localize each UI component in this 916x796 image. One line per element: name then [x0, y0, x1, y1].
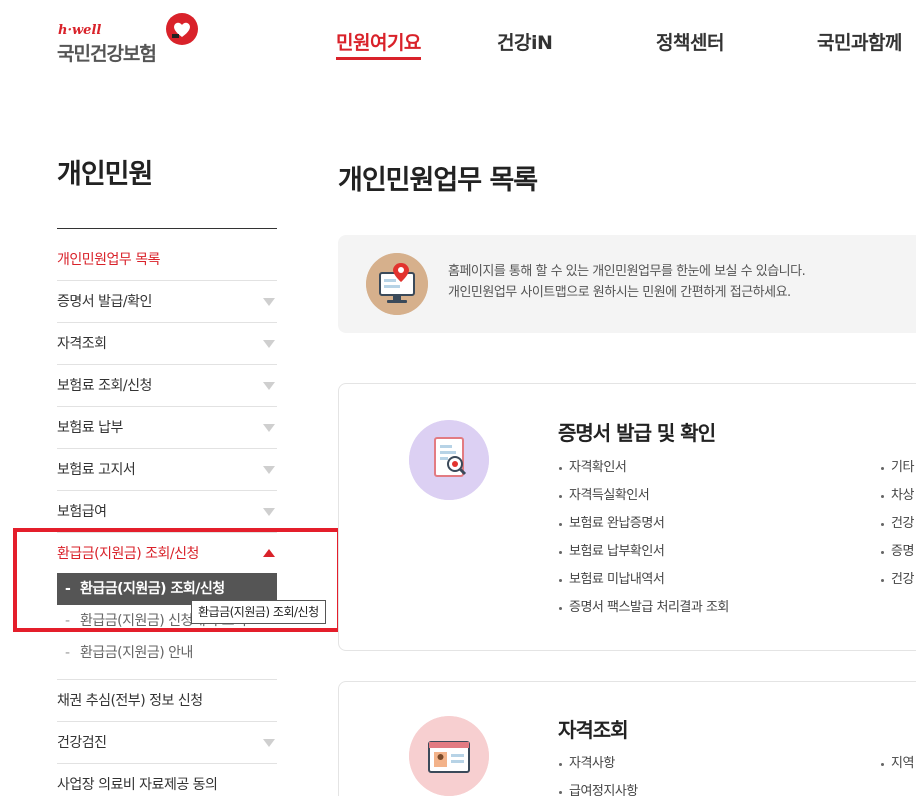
chevron-down-icon — [263, 382, 275, 390]
card-link[interactable]: 기타 — [880, 454, 914, 482]
info-line: 개인민원업무 사이트맵으로 원하시는 민원에 간편하게 접근하세요. — [448, 285, 791, 300]
sidebar-item-benefits[interactable]: 보험급여 — [57, 491, 277, 533]
card-title: 자격조회 — [558, 718, 629, 742]
sidebar-menu: 개인민원업무 목록 증명서 발급/확인 자격조회 보험료 조회/신청 보험료 납… — [57, 239, 277, 796]
sidebar-item-label: 보험급여 — [57, 504, 107, 520]
sidebar-item-eligibility[interactable]: 자격조회 — [57, 323, 277, 365]
chevron-down-icon — [263, 340, 275, 348]
sidebar-item-label: 채권 추심(전부) 정보 신청 — [57, 693, 203, 709]
monitor-location-icon — [366, 253, 428, 315]
sidebar-item-label: 보험료 고지서 — [57, 462, 136, 478]
sidebar-item-workplace-consent[interactable]: 사업장 의료비 자료제공 동의 — [57, 764, 277, 796]
tooltip: 환급금(지원금) 조회/신청 — [191, 600, 326, 624]
card-link[interactable]: 급여정지사항 — [558, 778, 638, 796]
card-link[interactable]: 증명서 팩스발급 처리결과 조회 — [558, 594, 729, 622]
category-card-certificates: 증명서 발급 및 확인 자격확인서 자격득실확인서 보험료 완납증명서 보험료 … — [338, 383, 916, 651]
nav-policy-center[interactable]: 정책센터 — [656, 28, 724, 55]
sidebar-item-health-checkup[interactable]: 건강검진 — [57, 722, 277, 764]
sidebar-item-label: 보험료 조회/신청 — [57, 378, 152, 394]
card-link[interactable]: 보험료 미납내역서 — [558, 566, 729, 594]
card-link[interactable]: 건강 — [880, 510, 914, 538]
sidebar-item-label: 보험료 납부 — [57, 420, 123, 436]
sidebar-item-label: 자격조회 — [57, 336, 107, 352]
document-search-icon — [409, 420, 489, 500]
nav-civil-service[interactable]: 민원여기요 — [336, 28, 421, 60]
chevron-down-icon — [263, 298, 275, 306]
sidebar-item-label: 건강검진 — [57, 735, 107, 751]
sidebar-item-debt-collection[interactable]: 채권 추심(전부) 정보 신청 — [57, 680, 277, 722]
card-link[interactable]: 차상 — [880, 482, 914, 510]
chevron-down-icon — [263, 739, 275, 747]
card-link[interactable]: 보험료 납부확인서 — [558, 538, 729, 566]
info-line: 홈페이지를 통해 할 수 있는 개인민원업무를 한눈에 보실 수 있습니다. — [448, 264, 806, 279]
category-card-eligibility: 자격조회 자격사항 급여정지사항 지역 — [338, 681, 916, 796]
card-link[interactable]: 자격사항 — [558, 750, 638, 778]
card-link[interactable]: 건강 — [880, 566, 914, 594]
info-banner: 홈페이지를 통해 할 수 있는 개인민원업무를 한눈에 보실 수 있습니다. 개… — [338, 235, 916, 333]
global-nav: 민원여기요 건강iN 정책센터 국민과함께 — [0, 28, 916, 68]
sidebar-title: 개인민원 — [57, 159, 153, 190]
card-title: 증명서 발급 및 확인 — [558, 421, 716, 445]
chevron-down-icon — [263, 424, 275, 432]
nav-health-in[interactable]: 건강iN — [497, 28, 553, 55]
page-title: 개인민원업무 목록 — [338, 165, 538, 196]
sidebar-item-premium-bill[interactable]: 보험료 고지서 — [57, 449, 277, 491]
card-link[interactable]: 지역 — [880, 750, 914, 778]
card-link-list: 자격확인서 자격득실확인서 보험료 완납증명서 보험료 납부확인서 보험료 미납… — [558, 454, 729, 622]
sidebar-item-label: 증명서 발급/확인 — [57, 294, 152, 310]
card-link-list: 자격사항 급여정지사항 — [558, 750, 638, 796]
sidebar-divider — [57, 228, 277, 229]
card-link[interactable]: 자격확인서 — [558, 454, 729, 482]
sidebar-item-service-list[interactable]: 개인민원업무 목록 — [57, 239, 277, 281]
submenu-refund-guide[interactable]: 환급금(지원금) 안내 — [57, 637, 277, 669]
card-link-list: 기타 차상 건강 증명 건강 — [880, 454, 914, 594]
card-link-list: 지역 — [880, 750, 914, 778]
sidebar-item-premium-inquiry[interactable]: 보험료 조회/신청 — [57, 365, 277, 407]
chevron-down-icon — [263, 466, 275, 474]
card-link[interactable]: 보험료 완납증명서 — [558, 510, 729, 538]
sidebar-item-label: 개인민원업무 목록 — [57, 252, 161, 268]
card-link[interactable]: 자격득실확인서 — [558, 482, 729, 510]
sidebar-item-premium-payment[interactable]: 보험료 납부 — [57, 407, 277, 449]
chevron-down-icon — [263, 508, 275, 516]
card-link[interactable]: 증명 — [880, 538, 914, 566]
sidebar-item-label: 사업장 의료비 자료제공 동의 — [57, 777, 218, 793]
info-text: 홈페이지를 통해 할 수 있는 개인민원업무를 한눈에 보실 수 있습니다. 개… — [448, 261, 806, 303]
sidebar-item-certificates[interactable]: 증명서 발급/확인 — [57, 281, 277, 323]
id-card-icon — [409, 716, 489, 796]
nav-with-people[interactable]: 국민과함께 — [817, 28, 902, 55]
